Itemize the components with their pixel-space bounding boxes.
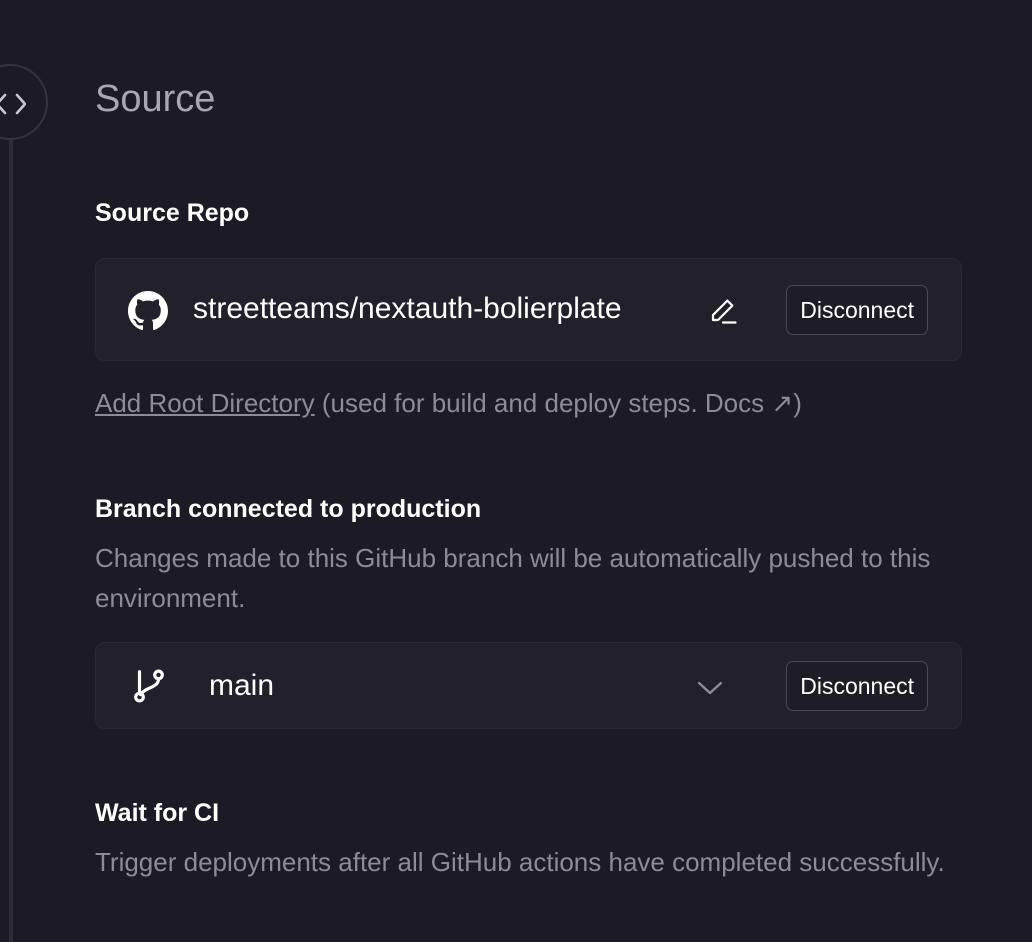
wait-for-ci-description: Trigger deployments after all GitHub act… <box>95 847 945 877</box>
branch-select[interactable]: main <box>209 669 274 703</box>
add-root-directory-link[interactable]: Add Root Directory <box>95 388 315 418</box>
git-branch-icon <box>134 669 164 703</box>
github-icon <box>128 291 168 331</box>
root-directory-hint: Add Root Directory (used for build and d… <box>95 388 802 419</box>
disconnect-branch-button[interactable]: Disconnect <box>786 661 928 711</box>
timeline-line <box>9 140 13 942</box>
source-repo-card: streetteams/nextauth-bolierplate Disconn… <box>95 258 962 361</box>
root-directory-close-paren: ) <box>793 388 802 418</box>
branch-label: Branch connected to production <box>95 495 482 523</box>
repo-name[interactable]: streetteams/nextauth-bolierplate <box>193 292 622 326</box>
root-directory-suffix: (used for build and deploy steps. Docs <box>321 388 765 418</box>
code-brackets-icon <box>0 93 26 115</box>
page-title: Source <box>95 78 216 120</box>
docs-external-arrow-icon[interactable]: ↗ <box>771 388 793 418</box>
edit-pencil-icon[interactable] <box>708 295 738 325</box>
disconnect-repo-button[interactable]: Disconnect <box>786 285 928 335</box>
branch-card: main Disconnect <box>95 642 962 729</box>
wait-for-ci-label: Wait for CI <box>95 799 220 827</box>
source-repo-label: Source Repo <box>95 199 250 227</box>
section-icon <box>0 64 48 140</box>
chevron-down-icon[interactable] <box>697 680 723 696</box>
branch-description: Changes made to this GitHub branch will … <box>95 543 931 613</box>
